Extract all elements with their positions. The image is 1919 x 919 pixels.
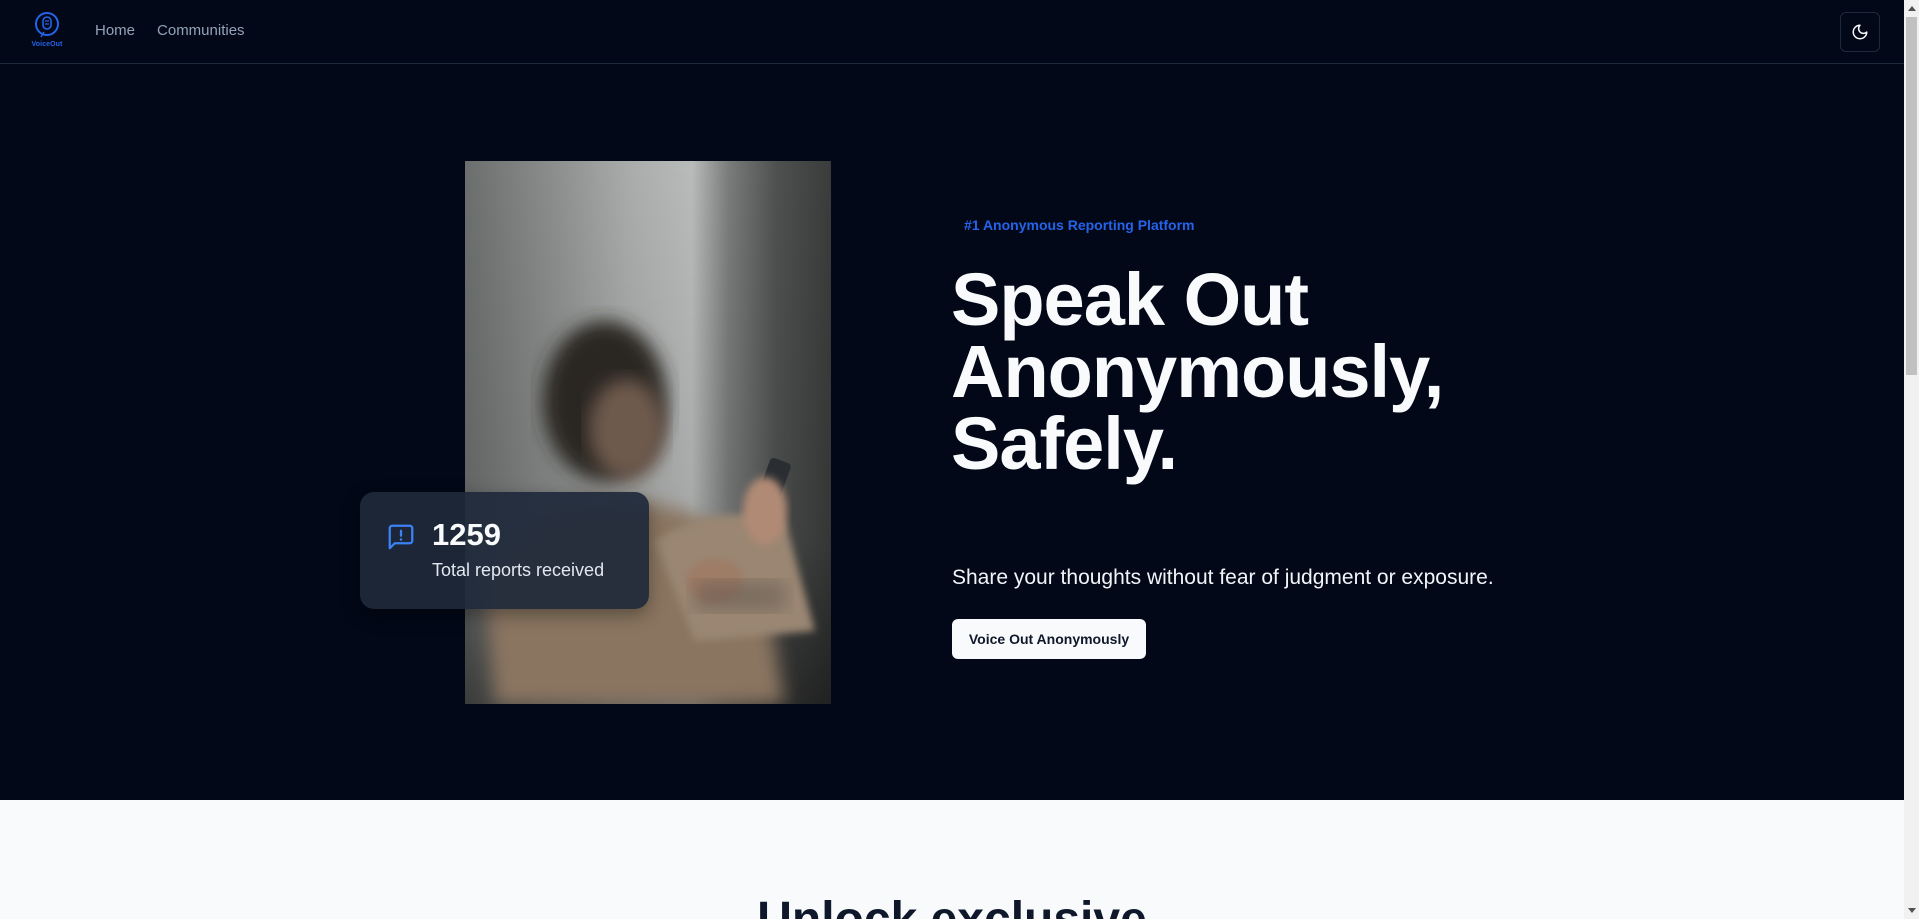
hero-tagline: #1 Anonymous Reporting Platform bbox=[964, 217, 1195, 233]
logo-text: VoiceOut bbox=[31, 41, 63, 48]
top-navbar: VoiceOut Home Communities bbox=[0, 0, 1904, 64]
microphone-logo-icon bbox=[35, 12, 59, 38]
theme-toggle-button[interactable] bbox=[1840, 12, 1880, 52]
reports-stat-card: 1259 Total reports received bbox=[360, 492, 649, 609]
hero-image bbox=[465, 161, 831, 704]
stat-label: Total reports received bbox=[432, 560, 605, 580]
scroll-up-arrow-icon[interactable] bbox=[1904, 0, 1919, 17]
message-alert-icon bbox=[388, 524, 414, 550]
voiceout-logo[interactable]: VoiceOut bbox=[26, 10, 68, 54]
stat-value: 1259 bbox=[432, 517, 501, 552]
hero-headline: Speak Out Anonymously, Safely. bbox=[951, 258, 1444, 485]
voice-out-button[interactable]: Voice Out Anonymously bbox=[952, 619, 1146, 659]
moon-icon bbox=[1852, 24, 1868, 40]
person-with-phone-photo bbox=[465, 161, 831, 704]
scrollbar-thumb[interactable] bbox=[1906, 17, 1917, 375]
main-nav: Home Communities bbox=[95, 22, 245, 39]
hero-subtitle: Share your thoughts without fear of judg… bbox=[952, 566, 1494, 589]
scroll-down-arrow-icon[interactable] bbox=[1904, 902, 1919, 919]
nav-communities[interactable]: Communities bbox=[157, 22, 245, 39]
features-heading: Unlock exclusive bbox=[0, 892, 1904, 919]
page: VoiceOut Home Communities 1259 Total rep… bbox=[0, 0, 1904, 919]
nav-home[interactable]: Home bbox=[95, 22, 135, 39]
features-section: Unlock exclusive bbox=[0, 800, 1904, 919]
vertical-scrollbar[interactable] bbox=[1904, 0, 1919, 919]
